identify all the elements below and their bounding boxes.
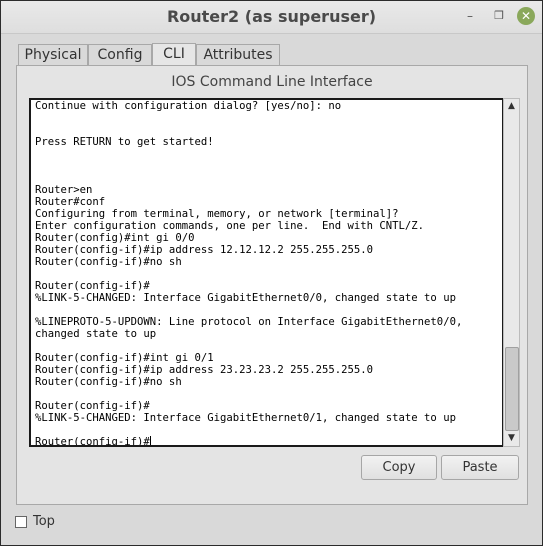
console-line: Continue with configuration dialog? [yes… [35,100,342,112]
minimize-icon[interactable]: – [461,7,479,25]
console-line: Router(config-if)# [35,400,150,412]
console-line: Press RETURN to get started! [35,136,214,148]
console-line: Enter configuration commands, one per li… [35,220,425,232]
top-checkbox-label: Top [33,514,55,529]
scroll-thumb[interactable] [505,347,519,431]
console-line: Router(config)#int gi 0/0 [35,232,195,244]
close-icon[interactable]: ✕ [517,7,535,25]
console-line: %LINK-5-CHANGED: Interface GigabitEthern… [35,412,456,424]
console-line: %LINEPROTO-5-UPDOWN: Line protocol on In… [35,316,463,328]
panel-heading: IOS Command Line Interface [171,74,373,90]
console-line: Router(config-if)#ip address 12.12.12.2 … [35,244,374,256]
console-line: changed state to up [35,328,157,340]
console-line: Router(config-if)# [35,436,151,447]
tab-config[interactable]: Config [88,44,152,65]
paste-button[interactable]: Paste [441,455,519,480]
console-line: %LINK-5-CHANGED: Interface GigabitEthern… [35,292,456,304]
maximize-icon[interactable]: ❒ [490,7,508,25]
title-bar[interactable]: Router2 (as superuser) – ❒ ✕ [1,1,542,34]
copy-button[interactable]: Copy [361,455,437,480]
console-output[interactable]: Continue with configuration dialog? [yes… [35,100,495,447]
console-line: Router(config-if)#int gi 0/1 [35,352,214,364]
console-line: Router(config-if)#no sh [35,376,182,388]
tab-physical[interactable]: Physical [18,44,88,65]
console-line: Router#conf [35,196,106,208]
console-line: Router(config-if)#no sh [35,256,182,268]
console-line: Router(config-if)# [35,280,150,292]
cli-panel: IOS Command Line Interface Continue with… [16,65,528,505]
router-config-window: Router2 (as superuser) – ❒ ✕ Physical Co… [0,0,543,546]
console-line: Configuring from terminal, memory, or ne… [35,208,399,220]
console-line: Router>en [35,184,93,196]
tab-attributes[interactable]: Attributes [196,44,280,65]
scroll-down-icon[interactable]: ▼ [504,431,519,446]
text-caret [149,436,151,445]
console-scrollbar[interactable]: ▲ ▼ [503,98,520,447]
scroll-up-icon[interactable]: ▲ [504,99,519,114]
top-checkbox[interactable] [15,516,27,528]
cli-console[interactable]: Continue with configuration dialog? [yes… [29,98,504,447]
tab-cli[interactable]: CLI [152,43,196,66]
console-line: Router(config-if)#ip address 23.23.23.2 … [35,364,374,376]
